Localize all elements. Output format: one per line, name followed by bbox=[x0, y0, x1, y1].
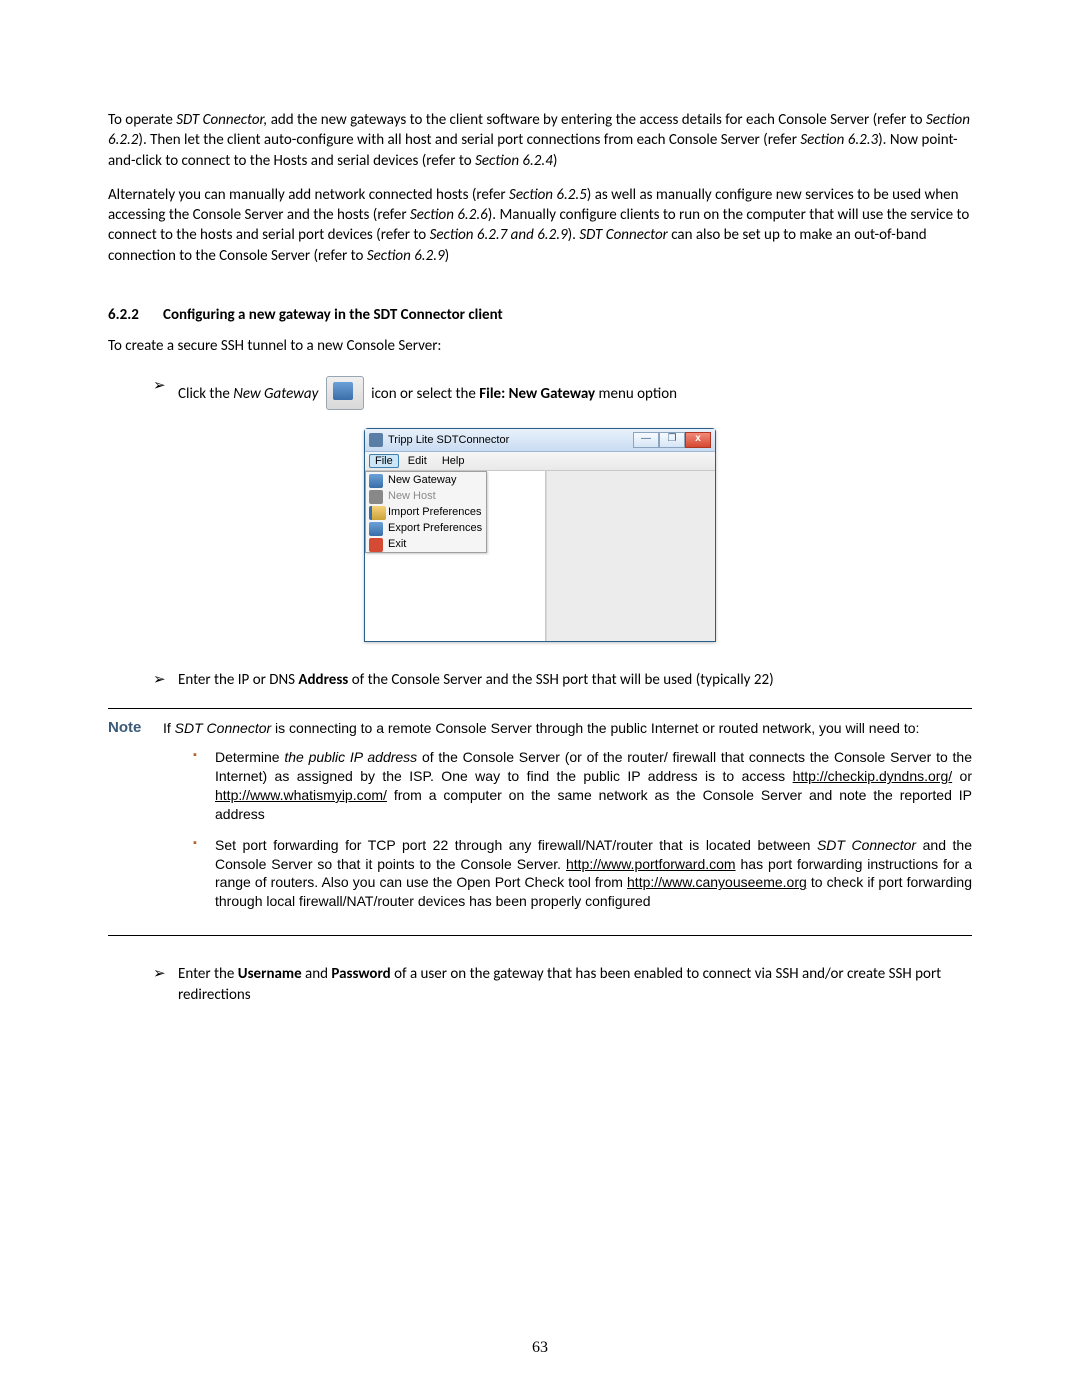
app-icon bbox=[369, 433, 383, 447]
window-titlebar[interactable]: Tripp Lite SDTConnector — ❐ x bbox=[365, 429, 715, 452]
exit-icon bbox=[369, 538, 383, 552]
section-number: 6.2.2 bbox=[108, 306, 163, 324]
link-whatismyip[interactable]: http://www.whatismyip.com/ bbox=[215, 787, 387, 803]
new-gateway-icon bbox=[326, 376, 364, 410]
section-intro: To create a secure SSH tunnel to a new C… bbox=[108, 336, 972, 356]
link-portforward[interactable]: http://www.portforward.com bbox=[566, 856, 736, 872]
menu-bar: File Edit Help bbox=[365, 452, 715, 471]
close-button[interactable]: x bbox=[685, 432, 711, 448]
section-title: Configuring a new gateway in the SDT Con… bbox=[163, 306, 503, 324]
window-title: Tripp Lite SDTConnector bbox=[388, 434, 633, 446]
paragraph-1: To operate SDT Connector, add the new ga… bbox=[108, 110, 972, 171]
file-menu-dropdown: New Gateway New Host Import Preferences … bbox=[365, 471, 487, 553]
link-canyouseeme[interactable]: http://www.canyouseeme.org bbox=[627, 874, 807, 890]
import-icon bbox=[369, 506, 386, 520]
tree-pane: New Gateway New Host Import Preferences … bbox=[365, 471, 546, 641]
note-block: Note If SDT Connector is connecting to a… bbox=[108, 708, 972, 936]
menu-item-import-prefs[interactable]: Import Preferences bbox=[366, 504, 486, 520]
menu-item-exit[interactable]: Exit bbox=[366, 536, 486, 552]
host-icon bbox=[369, 490, 383, 504]
page-number: 63 bbox=[0, 1339, 1080, 1357]
note-item-1: Determine the public IP address of the C… bbox=[193, 748, 972, 824]
document-page: To operate SDT Connector, add the new ga… bbox=[0, 0, 1080, 1397]
app-window: Tripp Lite SDTConnector — ❐ x File Edit … bbox=[364, 428, 716, 642]
menu-item-new-gateway[interactable]: New Gateway bbox=[366, 472, 486, 488]
link-checkip[interactable]: http://checkip.dyndns.org/ bbox=[793, 768, 953, 784]
note-intro: If SDT Connector is connecting to a remo… bbox=[163, 719, 972, 738]
menu-help[interactable]: Help bbox=[436, 454, 471, 468]
menu-file[interactable]: File bbox=[369, 454, 399, 468]
maximize-button[interactable]: ❐ bbox=[659, 432, 685, 448]
export-icon bbox=[369, 522, 383, 536]
menu-edit[interactable]: Edit bbox=[402, 454, 433, 468]
note-item-2: Set port forwarding for TCP port 22 thro… bbox=[193, 836, 972, 912]
step-1: Click the New Gateway icon or select the… bbox=[153, 376, 972, 410]
detail-pane bbox=[546, 471, 715, 641]
step-3: Enter the Username and Password of a use… bbox=[153, 964, 972, 1005]
section-heading: 6.2.2Configuring a new gateway in the SD… bbox=[108, 306, 972, 324]
menu-item-new-host[interactable]: New Host bbox=[366, 488, 486, 504]
step-2: Enter the IP or DNS Address of the Conso… bbox=[153, 670, 972, 690]
menu-item-export-prefs[interactable]: Export Preferences bbox=[366, 520, 486, 536]
gateway-icon bbox=[369, 474, 383, 488]
note-label: Note bbox=[108, 719, 163, 923]
minimize-button[interactable]: — bbox=[633, 432, 659, 448]
paragraph-2: Alternately you can manually add network… bbox=[108, 185, 972, 266]
